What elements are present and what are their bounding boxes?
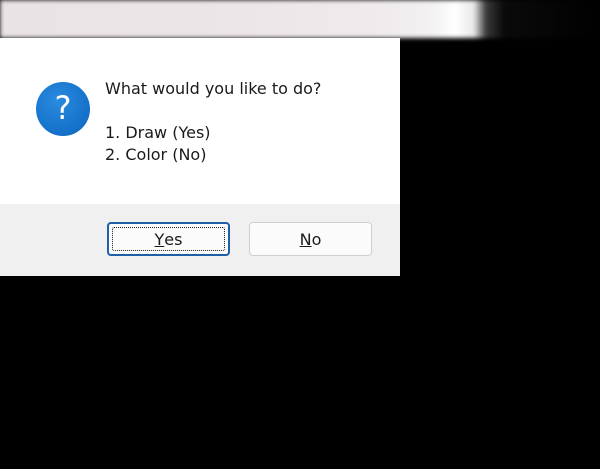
dialog-prompt: What would you like to do? xyxy=(105,79,322,98)
question-glyph: ? xyxy=(54,89,72,127)
yes-button[interactable]: Yes xyxy=(107,222,230,256)
option-color: 2. Color (No) xyxy=(105,145,207,164)
yes-button-label: es xyxy=(164,229,183,249)
dialog-message: What would you like to do? 1. Draw (Yes)… xyxy=(105,78,321,166)
dialog-content-area: ? What would you like to do? 1. Draw (Ye… xyxy=(0,38,400,204)
message-dialog: ? What would you like to do? 1. Draw (Ye… xyxy=(0,38,400,276)
question-icon: ? xyxy=(36,82,90,136)
no-button-label: o xyxy=(311,229,322,249)
background-window-titlebar xyxy=(0,0,600,38)
option-draw: 1. Draw (Yes) xyxy=(105,123,211,142)
no-button[interactable]: No xyxy=(249,222,372,256)
yes-button-accel: Y xyxy=(154,229,165,249)
no-button-accel: N xyxy=(299,229,312,249)
